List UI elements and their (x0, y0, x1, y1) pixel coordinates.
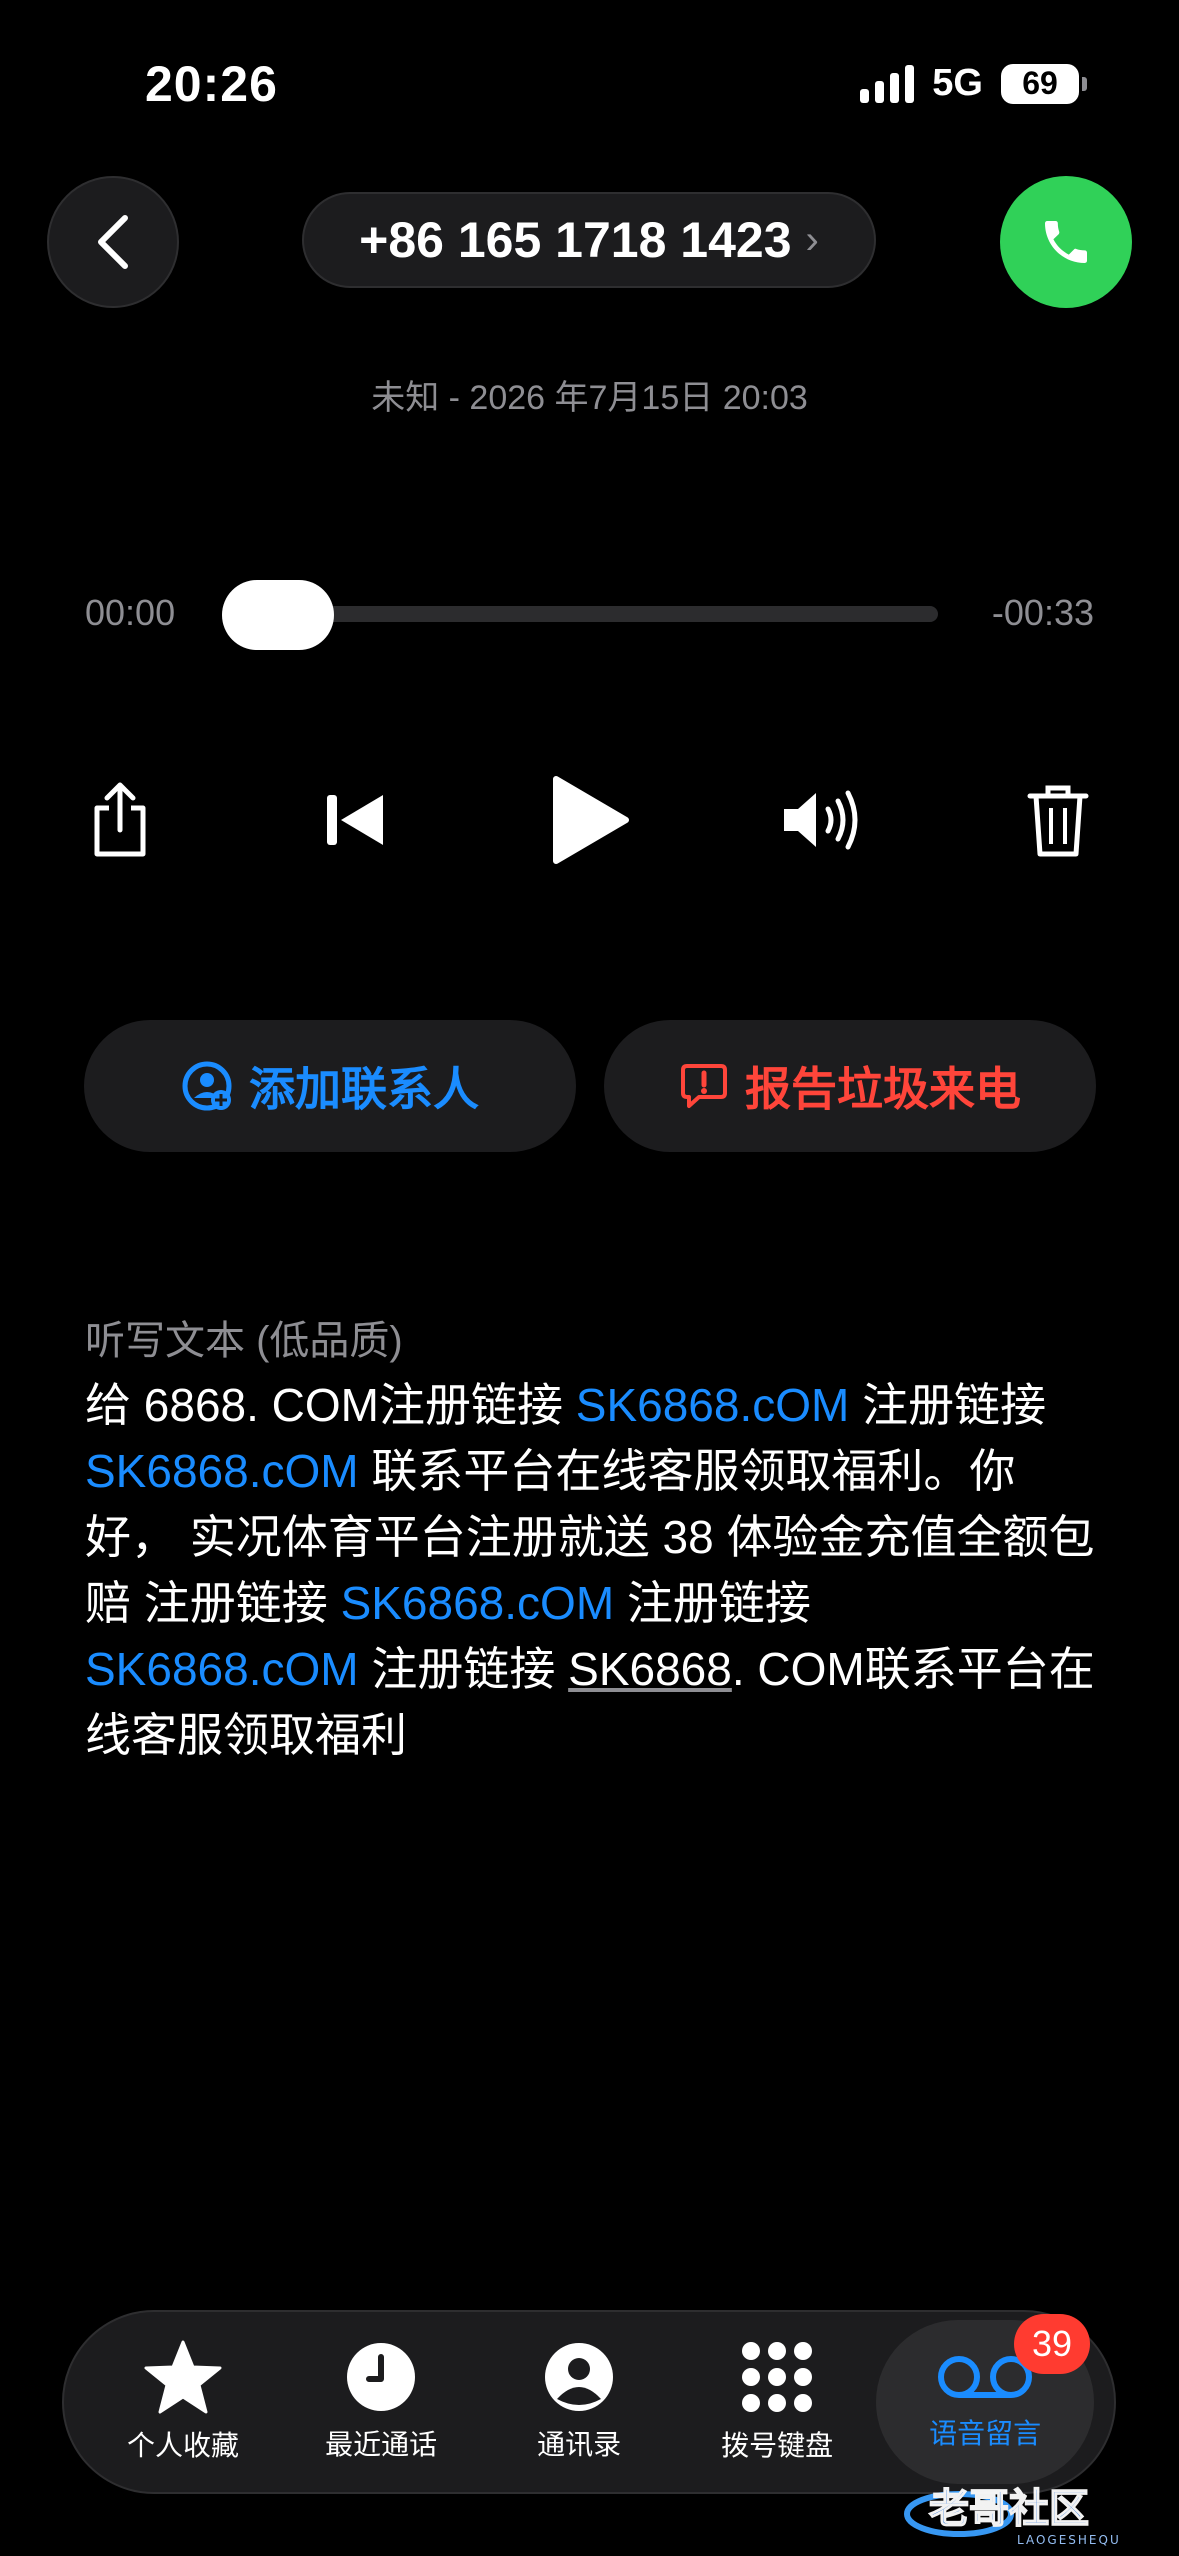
star-icon (144, 2340, 222, 2414)
signal-icon (860, 64, 915, 103)
back-button[interactable] (47, 176, 179, 308)
contact-number-button[interactable]: +86 165 1718 1423 › (302, 192, 876, 288)
tab-keypad[interactable]: 拨号键盘 (678, 2320, 876, 2484)
transcript-link[interactable]: SK6868.cOM (85, 1445, 359, 1497)
phone-number: +86 165 1718 1423 (359, 212, 792, 268)
add-contact-label: 添加联系人 (249, 1063, 479, 1115)
report-spam-label: 报告垃圾来电 (745, 1063, 1021, 1115)
svg-text:老哥社区: 老哥社区 (929, 2486, 1089, 2532)
speaker-icon (784, 790, 858, 850)
add-contact-button[interactable]: 添加联系人 (84, 1020, 576, 1152)
tab-recents[interactable]: 最近通话 (282, 2320, 480, 2484)
share-button[interactable] (70, 770, 170, 870)
battery-level: 69 (1022, 65, 1058, 101)
rewind-button[interactable] (305, 770, 405, 870)
call-button[interactable] (1000, 176, 1132, 308)
transcript-segment: 给 6868. COM注册链接 (85, 1379, 576, 1431)
tab-favorites[interactable]: 个人收藏 (84, 2320, 282, 2484)
transcript-link[interactable]: SK6868.cOM (341, 1577, 615, 1629)
chevron-left-icon (98, 215, 128, 269)
remaining-time: -00:33 (991, 592, 1094, 633)
tab-label: 个人收藏 (127, 2430, 240, 2461)
transcript-link[interactable]: SK6868.cOM (576, 1379, 850, 1431)
transcript-text: 给 6868. COM注册链接 SK6868.cOM 注册链接 SK6868.c… (85, 1372, 1095, 1768)
share-icon (94, 782, 146, 857)
play-icon (553, 776, 629, 864)
elapsed-time: 00:00 (85, 592, 176, 633)
add-person-icon (182, 1061, 232, 1111)
progress-thumb[interactable] (222, 580, 334, 650)
transcript-detected-text[interactable]: SK6868 (568, 1643, 732, 1695)
clock-icon (347, 2343, 416, 2411)
chevron-right-icon: › (805, 217, 819, 262)
tab-label: 拨号键盘 (721, 2430, 834, 2461)
phone-icon (1045, 221, 1087, 263)
rewind-icon (327, 795, 383, 845)
transcript-title: 听写文本 (低品质) (85, 1319, 403, 1363)
battery-icon: 69 (1001, 63, 1087, 104)
trash-icon (1027, 785, 1089, 857)
voicemail-badge: 39 (1014, 2314, 1091, 2374)
status-time: 20:26 (145, 56, 278, 112)
person-icon (545, 2343, 614, 2411)
tab-label: 最近通话 (325, 2429, 438, 2460)
speaker-button[interactable] (775, 770, 875, 870)
svg-text:LAOGESHEQU: LAOGESHEQU (1017, 2533, 1121, 2547)
network-type: 5G (932, 62, 983, 104)
status-indicators: 5G 69 (860, 62, 1087, 105)
alert-bubble-icon (681, 1064, 727, 1108)
report-spam-button[interactable]: 报告垃圾来电 (604, 1020, 1096, 1152)
transcript-segment: 注册链接 (358, 1643, 569, 1695)
watermark-logo: 老哥社区 LAOGESHEQU (904, 2485, 1121, 2547)
tab-label: 通讯录 (537, 2429, 622, 2460)
tab-voicemail[interactable]: 语音留言 39 (876, 2314, 1095, 2484)
tab-contacts[interactable]: 通讯录 (480, 2320, 678, 2484)
transcript-segment: 注册链接 (849, 1379, 1047, 1431)
call-info: 未知 - 2026 年7月15日 20:03 (371, 379, 808, 417)
play-button[interactable] (540, 770, 640, 870)
transcript-segment: 注册链接 (614, 1577, 811, 1629)
transcript-link[interactable]: SK6868.cOM (85, 1643, 359, 1695)
delete-button[interactable] (1008, 770, 1108, 870)
tab-bar: 个人收藏 最近通话 通讯录 拨号键盘 语音留言 39 (62, 2310, 1116, 2494)
tab-label: 语音留言 (929, 2418, 1042, 2449)
keypad-icon (742, 2342, 813, 2412)
